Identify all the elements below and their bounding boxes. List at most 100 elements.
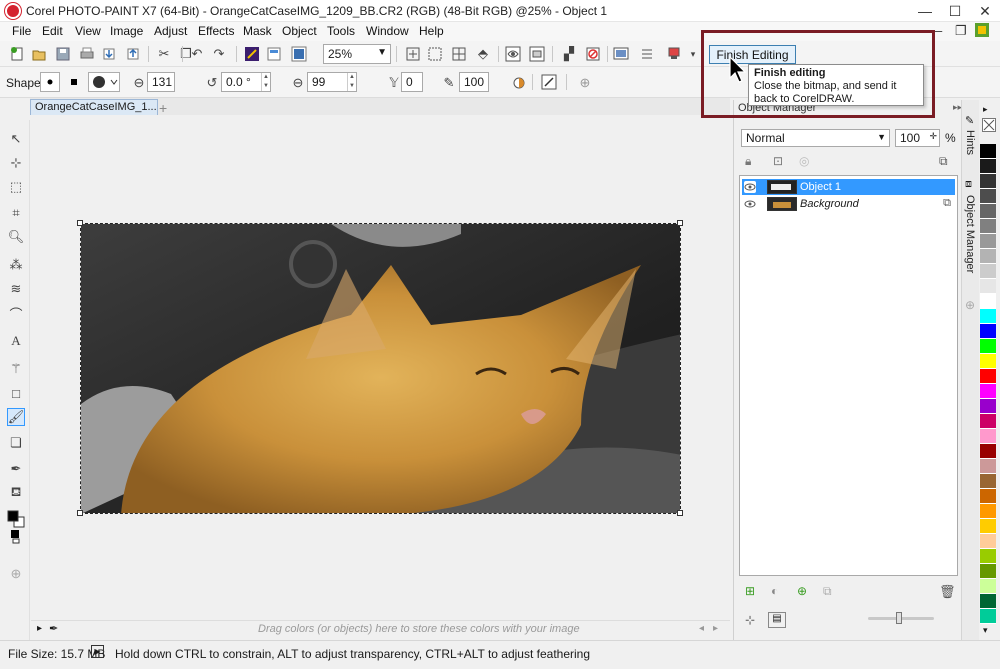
print-icon[interactable] xyxy=(78,45,96,63)
crop-tool-icon[interactable]: ⌗ xyxy=(7,204,25,222)
fill-tool-icon[interactable]: ⛾ xyxy=(7,484,25,502)
object-manager-tab-icon[interactable]: ⧈ xyxy=(965,178,972,191)
color-swatch[interactable] xyxy=(980,609,996,624)
slider-thumb[interactable] xyxy=(896,612,902,624)
palette-scroll-up-icon[interactable]: ▸ xyxy=(983,104,988,115)
new-icon[interactable] xyxy=(8,45,26,63)
text-tool-icon[interactable]: A xyxy=(7,332,25,350)
opacity-field[interactable]: 100 ✛ xyxy=(895,129,940,147)
play-arrow-icon[interactable]: ▸ xyxy=(37,623,42,634)
no-color-swatch[interactable] xyxy=(982,118,996,132)
menu-effects[interactable]: Effects xyxy=(198,24,234,38)
color-swatch[interactable] xyxy=(980,249,996,264)
mask-marquee-icon[interactable] xyxy=(528,45,546,63)
selection-handle[interactable] xyxy=(677,510,683,516)
brush-type-picker[interactable] xyxy=(88,72,120,92)
snap-to-dropdown-icon[interactable] xyxy=(666,45,684,63)
color-swatch[interactable] xyxy=(980,189,996,204)
menu-mask[interactable]: Mask xyxy=(243,24,272,38)
visibility-eye-icon[interactable] xyxy=(744,198,756,213)
new-object-from-mask-icon[interactable]: ⊕ xyxy=(797,584,807,598)
menu-help[interactable]: Help xyxy=(419,24,444,38)
show-rulers-icon[interactable] xyxy=(426,45,444,63)
export-icon[interactable] xyxy=(124,45,142,63)
combine-objects-icon[interactable]: ⧉ xyxy=(823,584,832,599)
layer-row[interactable]: Background ⧉ xyxy=(742,196,955,212)
color-swatch[interactable] xyxy=(980,354,996,369)
add-tool-icon[interactable]: ⊕ xyxy=(7,565,25,583)
import-icon[interactable] xyxy=(100,45,118,63)
hints-tab[interactable]: Hints xyxy=(964,130,976,155)
status-play-icon[interactable]: ▶ xyxy=(91,645,104,658)
corel-connect-icon[interactable] xyxy=(243,45,261,63)
chevron-down-icon[interactable]: ▾ xyxy=(684,45,702,63)
doc-minimize-icon[interactable]: – xyxy=(935,23,942,38)
effect-tool-icon[interactable]: ⚚ xyxy=(7,360,25,378)
color-swatch[interactable] xyxy=(980,504,996,519)
color-palette[interactable] xyxy=(980,144,996,624)
zoom-level-select[interactable]: 25% ▼ xyxy=(323,44,391,64)
layer-properties-icon[interactable]: ⧉ xyxy=(939,154,948,169)
flatten-field[interactable]: 99 ▲ ▼ xyxy=(307,72,357,92)
drop-shadow-tool-icon[interactable]: ❏ xyxy=(7,434,25,452)
scroll-right-icon[interactable]: ▸ xyxy=(713,623,718,634)
rotation-field[interactable]: 0.0 ° ▲ ▼ xyxy=(221,72,271,92)
color-swatches[interactable] xyxy=(7,510,25,528)
red-eye-tool-icon[interactable]: ⁂ xyxy=(7,256,25,274)
lock-icon[interactable]: 🔒︎ xyxy=(745,154,751,169)
rectangle-tool-icon[interactable]: □ xyxy=(7,384,25,402)
color-swatch[interactable] xyxy=(980,594,996,609)
color-swatch[interactable] xyxy=(980,489,996,504)
eraser-tool-icon[interactable]: ⌒ xyxy=(7,304,25,322)
menu-object[interactable]: Object xyxy=(282,24,317,38)
color-swatch[interactable] xyxy=(980,264,996,279)
color-swatch[interactable] xyxy=(980,309,996,324)
layer-list[interactable]: Object 1 Background ⧉ xyxy=(739,175,958,576)
scroll-left-icon[interactable]: ◂ xyxy=(699,623,704,634)
color-swatch[interactable] xyxy=(980,294,996,309)
new-lens-icon[interactable]: ◐ xyxy=(771,584,778,598)
hints-icon[interactable]: ✎ xyxy=(965,114,974,127)
minimize-button[interactable]: — xyxy=(910,0,940,22)
reset-colors-icon[interactable] xyxy=(11,530,21,547)
color-swatch[interactable] xyxy=(980,444,996,459)
add-tab-icon[interactable]: + xyxy=(159,100,167,116)
finish-editing-button[interactable]: Finish Editing xyxy=(709,45,796,64)
blend-mode-icon[interactable] xyxy=(510,74,528,92)
square-shape-button[interactable] xyxy=(64,72,84,92)
launch-icon[interactable] xyxy=(265,45,283,63)
rectangle-mask-tool-icon[interactable]: ⬚ xyxy=(7,178,25,196)
color-swatch[interactable] xyxy=(980,579,996,594)
pen-pressure-icon[interactable] xyxy=(540,73,558,91)
visibility-eye-icon[interactable] xyxy=(744,181,756,193)
maximize-button[interactable]: ☐ xyxy=(940,0,970,22)
menu-file[interactable]: File xyxy=(12,24,31,38)
color-swatch[interactable] xyxy=(980,144,996,159)
color-swatch[interactable] xyxy=(980,339,996,354)
add-icon[interactable]: ⊕ xyxy=(576,74,594,92)
color-swatch[interactable] xyxy=(980,474,996,489)
lock-transparency-icon[interactable]: ⊡ xyxy=(773,154,783,168)
brush-options-icon[interactable]: ⬘ xyxy=(474,45,492,63)
menu-edit[interactable]: Edit xyxy=(42,24,63,38)
selection-handle[interactable] xyxy=(77,510,83,516)
eyedropper-tool-icon[interactable]: ✒ xyxy=(7,460,25,478)
color-swatch[interactable] xyxy=(980,159,996,174)
new-object-icon[interactable]: ⊞ xyxy=(745,584,755,598)
color-swatch[interactable] xyxy=(980,279,996,294)
layer-row[interactable]: Object 1 xyxy=(742,179,955,195)
menu-view[interactable]: View xyxy=(75,24,101,38)
save-icon[interactable] xyxy=(54,45,72,63)
color-swatch[interactable] xyxy=(980,429,996,444)
app-icon[interactable] xyxy=(5,3,21,19)
color-swatch[interactable] xyxy=(980,519,996,534)
round-shape-button[interactable] xyxy=(40,72,60,92)
paint-tool-icon[interactable]: 🖌︎ xyxy=(7,408,25,426)
redo-icon[interactable]: ↷ xyxy=(210,45,228,63)
menu-window[interactable]: Window xyxy=(366,24,409,38)
snap-object-icon[interactable]: ⊹ xyxy=(745,613,755,627)
color-swatch[interactable] xyxy=(980,324,996,339)
color-swatch[interactable] xyxy=(980,369,996,384)
lens-icon[interactable]: ◎ xyxy=(799,154,809,168)
cat-photo-image[interactable] xyxy=(80,223,681,514)
